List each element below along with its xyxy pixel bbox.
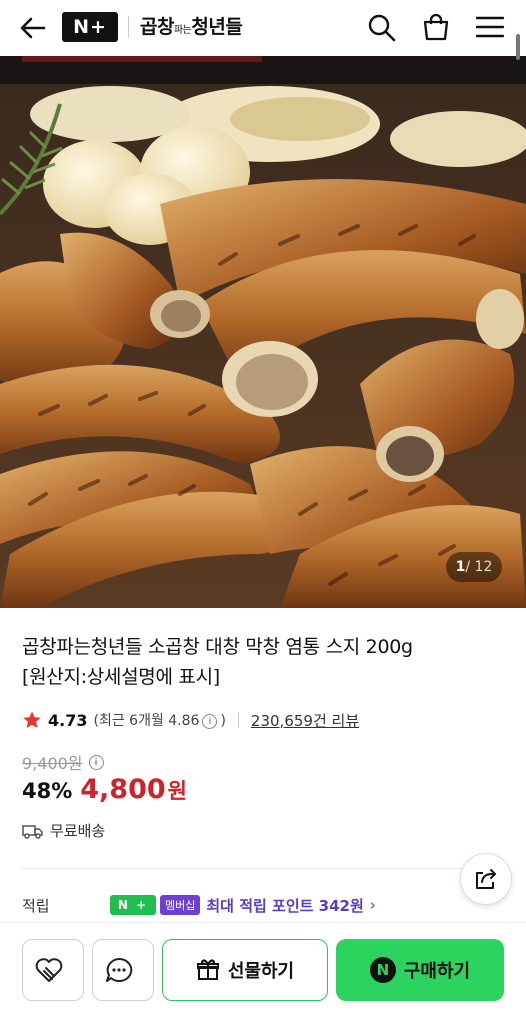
chat-bubble-icon — [106, 957, 133, 982]
info-icon[interactable]: i — [202, 713, 218, 729]
shopping-bag-icon[interactable] — [420, 12, 452, 42]
currency-label: 원 — [167, 779, 187, 803]
store-name[interactable]: 곱창파는청년들 — [140, 12, 243, 39]
price-row: 48% 4,800 원 — [22, 774, 187, 805]
gift-icon — [196, 959, 219, 980]
points-row[interactable]: 적립 N + 멤버십 최대 적립 포인트 342원 › — [22, 892, 452, 918]
image-page-current: 1 — [455, 559, 466, 575]
image-page-total: / 12 — [465, 559, 493, 575]
section-divider — [22, 868, 504, 869]
search-icon[interactable] — [366, 12, 398, 42]
store-name-part2: 청년들 — [191, 16, 243, 38]
naver-n-icon: N — [369, 957, 396, 983]
product-title-line1: 곱창파는청년들 소곱창 대창 막창 염통 스지 200g — [22, 636, 413, 658]
product-image[interactable]: 1/ 12 — [0, 84, 526, 608]
bottom-action-bar: 선물하기 N 구매하기 — [0, 922, 526, 1024]
max-points-text: 최대 적립 포인트 342원 — [206, 896, 364, 915]
original-price-value: 9,400원 — [22, 754, 83, 773]
store-name-small: 파는 — [173, 25, 192, 36]
scrollbar[interactable] — [516, 34, 520, 60]
buy-button-label: 구매하기 — [403, 961, 471, 982]
rating-value: 4.73 — [48, 710, 88, 730]
price-info-icon[interactable]: i — [88, 754, 104, 770]
product-photo — [0, 84, 526, 608]
shipping-info: 무료배송 — [22, 820, 105, 841]
product-title: 곱창파는청년들 소곱창 대창 막창 염통 스지 200g [원산지:상세설명에 … — [22, 632, 492, 692]
chat-button[interactable] — [92, 939, 154, 1001]
membership-badge: 멤버십 — [160, 895, 201, 915]
shipping-text: 무료배송 — [50, 822, 106, 840]
recent-rating-close: ) — [220, 713, 226, 729]
recent-rating: (최근 6개월 4.86 i) — [93, 710, 225, 730]
truck-icon — [22, 824, 43, 839]
rating-divider — [237, 712, 239, 728]
review-count-link[interactable]: 230,659건 리뷰 — [251, 710, 359, 731]
sale-price: 4,800 — [80, 774, 166, 805]
hamburger-menu-icon[interactable] — [474, 12, 506, 42]
heart-icon — [35, 958, 63, 982]
wishlist-button[interactable] — [22, 939, 84, 1001]
recent-rating-text: (최근 6개월 4.86 — [93, 713, 200, 729]
banner-strip — [0, 56, 526, 84]
buy-button[interactable]: N 구매하기 — [336, 939, 504, 1001]
chevron-right-icon: › — [369, 896, 376, 914]
star-icon — [23, 711, 41, 728]
gift-button[interactable]: 선물하기 — [162, 939, 328, 1001]
back-arrow-icon[interactable] — [18, 14, 48, 42]
gift-button-label: 선물하기 — [227, 961, 295, 982]
header-divider — [128, 16, 129, 38]
points-label: 적립 — [22, 896, 50, 915]
rating-row: 4.73 (최근 6개월 4.86 i) 230,659건 리뷰 — [22, 708, 359, 732]
top-header: N+ 곱창파는청년들 — [0, 0, 526, 56]
store-name-part1: 곱창 — [140, 16, 174, 38]
share-icon — [476, 869, 496, 889]
image-page-counter: 1/ 12 — [446, 552, 502, 582]
naver-plus-logo[interactable]: N+ — [62, 12, 118, 42]
naver-plus-badge: N + — [110, 895, 156, 915]
share-button[interactable] — [460, 853, 512, 905]
product-title-line2: [원산지:상세설명에 표시] — [22, 666, 220, 688]
discount-rate: 48% — [22, 779, 73, 803]
original-price: 9,400원 i — [22, 750, 107, 774]
